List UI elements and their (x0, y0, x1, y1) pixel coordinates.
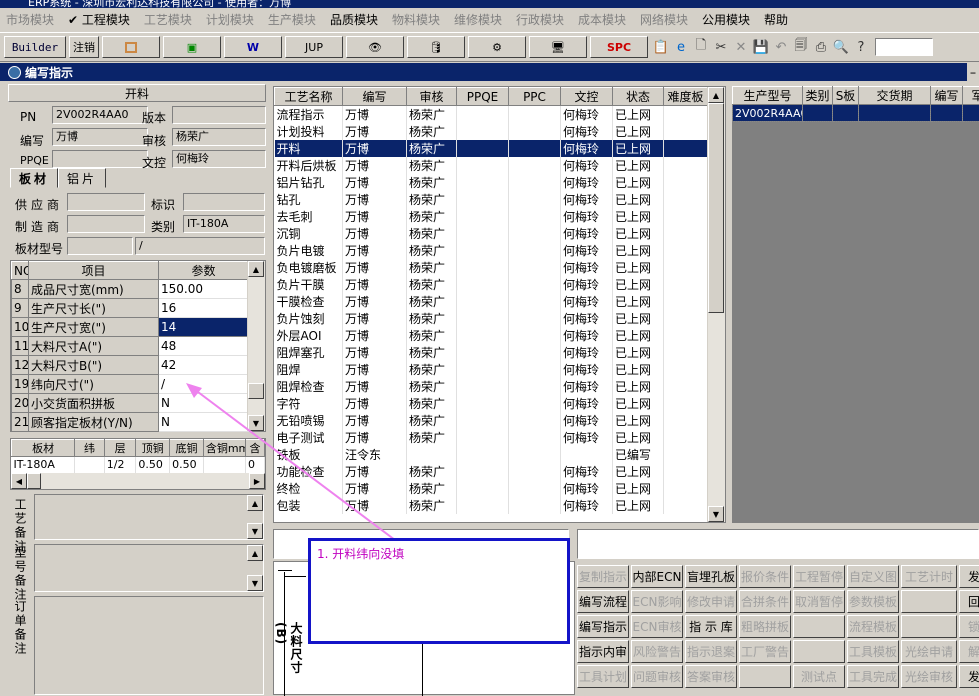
annotation-arrow (190, 386, 395, 540)
annotation-arrowhead (186, 383, 202, 398)
annotation-box: 1. 开料纬向没填 (308, 538, 570, 644)
annotation-text: 1. 开料纬向没填 (317, 545, 404, 562)
